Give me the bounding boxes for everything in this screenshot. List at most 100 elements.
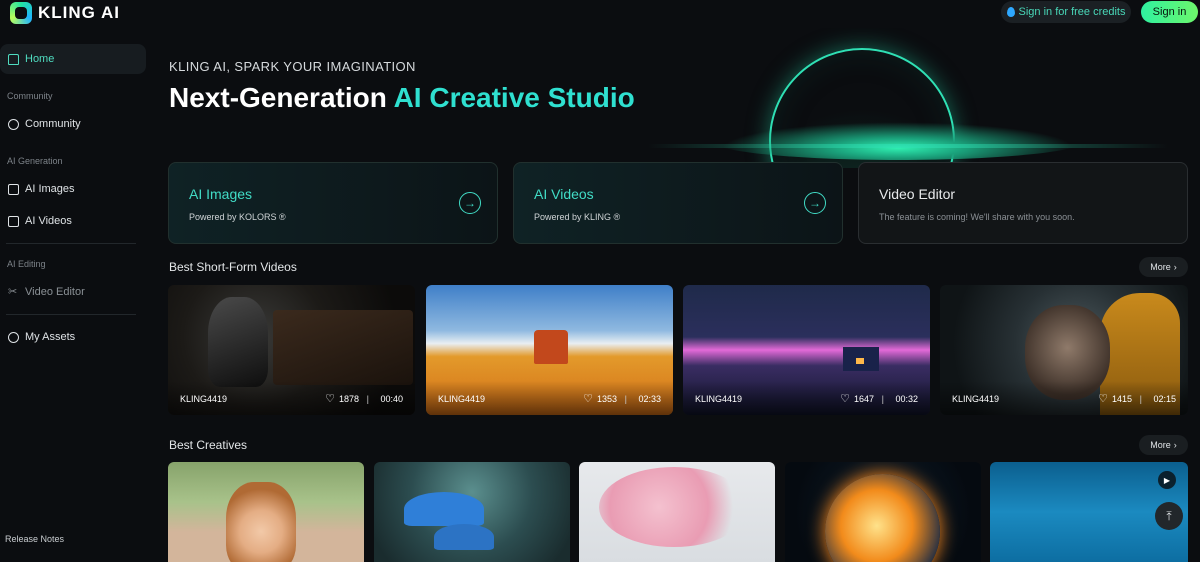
sign-in-button[interactable]: Sign in xyxy=(1141,1,1198,23)
video-meta: KLING4419 ♡ 1878 | 00:40 xyxy=(168,381,415,415)
mushroom-graphic xyxy=(434,524,494,550)
video-duration: 00:40 xyxy=(380,394,403,404)
creative-card[interactable] xyxy=(785,462,981,562)
separator: | xyxy=(624,394,627,404)
sidebar-item-label: AI Videos xyxy=(25,215,72,227)
scissors-icon: ✂ xyxy=(8,285,18,298)
user-icon xyxy=(8,331,19,343)
video-author[interactable]: KLING4419 xyxy=(695,394,742,404)
likes-count: 1415 xyxy=(1111,394,1132,404)
sidebar-item-my-assets[interactable]: My Assets xyxy=(0,322,146,352)
video-likes[interactable]: ♡ 1353 xyxy=(583,392,617,405)
sidebar-item-label: Video Editor xyxy=(25,286,85,298)
sidebar-item-ai-videos[interactable]: AI Videos xyxy=(0,206,146,236)
video-meta: KLING4419 ♡ 1415 | 02:15 xyxy=(940,381,1188,415)
feature-description: Powered by KOLORS ® xyxy=(189,212,286,222)
creatives-more-button[interactable]: More › xyxy=(1139,435,1188,455)
creative-card[interactable] xyxy=(168,462,364,562)
sidebar: Home Community Community AI Generation A… xyxy=(0,30,148,562)
play-icon[interactable]: ▶ xyxy=(1158,471,1176,489)
video-likes[interactable]: ♡ 1647 xyxy=(840,392,874,405)
app-root: KLING AI Sign in for free credits Sign i… xyxy=(0,0,1200,562)
video-meta: KLING4419 ♡ 1353 | 02:33 xyxy=(426,381,673,415)
separator: | xyxy=(1139,394,1142,404)
free-credits-button[interactable]: Sign in for free credits xyxy=(1001,1,1131,23)
video-card[interactable]: KLING4419 ♡ 1647 | 00:32 xyxy=(683,285,930,415)
creative-card[interactable] xyxy=(579,462,775,562)
sidebar-item-ai-images[interactable]: AI Images xyxy=(0,174,146,204)
sidebar-item-label: Home xyxy=(25,53,55,65)
orb-graphic xyxy=(825,474,940,562)
mushroom-graphic xyxy=(404,492,484,526)
separator: | xyxy=(881,394,884,404)
section-label-community: Community xyxy=(7,91,53,101)
armchair-graphic xyxy=(534,330,568,364)
sidebar-item-label: Community xyxy=(25,118,81,130)
video-duration: 00:32 xyxy=(895,394,918,404)
sidebar-divider xyxy=(6,243,136,244)
figure-graphic xyxy=(208,297,268,387)
blossom-graphic xyxy=(599,467,749,547)
heart-icon: ♡ xyxy=(840,392,850,405)
girl-graphic xyxy=(226,482,296,562)
wave-graphic xyxy=(708,120,1088,160)
more-label: More xyxy=(1150,440,1171,450)
section-label-ai-editing: AI Editing xyxy=(7,259,46,269)
video-author[interactable]: KLING4419 xyxy=(438,394,485,404)
logo[interactable]: KLING AI xyxy=(10,2,120,24)
video-icon xyxy=(8,215,19,227)
hero-banner: KLING AI, SPARK YOUR IMAGINATION Next-Ge… xyxy=(148,28,1200,168)
video-duration: 02:15 xyxy=(1153,394,1176,404)
likes-count: 1878 xyxy=(338,394,359,404)
short-videos-more-button[interactable]: More › xyxy=(1139,257,1188,277)
video-author[interactable]: KLING4419 xyxy=(952,394,999,404)
sidebar-divider xyxy=(6,314,136,315)
feature-description: The feature is coming! We'll share with … xyxy=(879,212,1075,222)
image-icon xyxy=(8,183,19,195)
kling-logo-icon xyxy=(10,2,32,24)
likes-count: 1353 xyxy=(596,394,617,404)
community-icon xyxy=(8,118,19,130)
video-likes[interactable]: ♡ 1415 xyxy=(1098,392,1132,405)
release-notes-link[interactable]: Release Notes xyxy=(5,534,64,544)
sidebar-item-label: AI Images xyxy=(25,183,75,195)
hero-title-accent: AI Creative Studio xyxy=(393,82,635,113)
heart-icon: ♡ xyxy=(1098,392,1108,405)
home-icon xyxy=(8,53,19,65)
hero-subtitle: KLING AI, SPARK YOUR IMAGINATION xyxy=(169,59,416,74)
feature-description: Powered by KLING ® xyxy=(534,212,621,222)
heart-icon: ♡ xyxy=(583,392,593,405)
back-to-top-button[interactable]: ⤒ xyxy=(1155,502,1183,530)
creative-card[interactable] xyxy=(374,462,570,562)
video-meta: KLING4419 ♡ 1647 | 00:32 xyxy=(683,381,930,415)
video-card[interactable]: KLING4419 ♡ 1353 | 02:33 xyxy=(426,285,673,415)
chevron-right-icon: › xyxy=(1173,440,1177,450)
section-label-ai-generation: AI Generation xyxy=(7,156,63,166)
heart-icon: ♡ xyxy=(325,392,335,405)
piano-graphic xyxy=(273,310,413,385)
sidebar-item-home[interactable]: Home xyxy=(0,44,146,74)
feature-card-ai-videos[interactable]: AI Videos Powered by KLING ® → xyxy=(513,162,843,244)
feature-card-ai-images[interactable]: AI Images Powered by KOLORS ® → xyxy=(168,162,498,244)
hero-title: Next-Generation AI Creative Studio xyxy=(169,82,635,114)
video-card[interactable]: KLING4419 ♡ 1415 | 02:15 xyxy=(940,285,1188,415)
separator: | xyxy=(366,394,369,404)
arrow-right-icon[interactable]: → xyxy=(459,192,481,214)
sidebar-item-video-editor[interactable]: ✂ Video Editor xyxy=(0,277,146,307)
video-author[interactable]: KLING4419 xyxy=(180,394,227,404)
chevron-right-icon: › xyxy=(1173,262,1177,272)
video-likes[interactable]: ♡ 1878 xyxy=(325,392,359,405)
short-videos-heading: Best Short-Form Videos xyxy=(169,260,297,274)
logo-text: KLING AI xyxy=(38,3,120,22)
video-card[interactable]: KLING4419 ♡ 1878 | 00:40 xyxy=(168,285,415,415)
sidebar-item-label: My Assets xyxy=(25,331,76,343)
creatives-heading: Best Creatives xyxy=(169,438,248,452)
likes-count: 1647 xyxy=(853,394,874,404)
sidebar-item-community[interactable]: Community xyxy=(0,109,146,139)
video-duration: 02:33 xyxy=(638,394,661,404)
horizon-glow xyxy=(648,144,1168,148)
free-credits-label: Sign in for free credits xyxy=(1018,6,1126,18)
feature-title: AI Videos xyxy=(534,186,594,202)
droplet-icon xyxy=(1006,7,1015,17)
arrow-right-icon[interactable]: → xyxy=(804,192,826,214)
